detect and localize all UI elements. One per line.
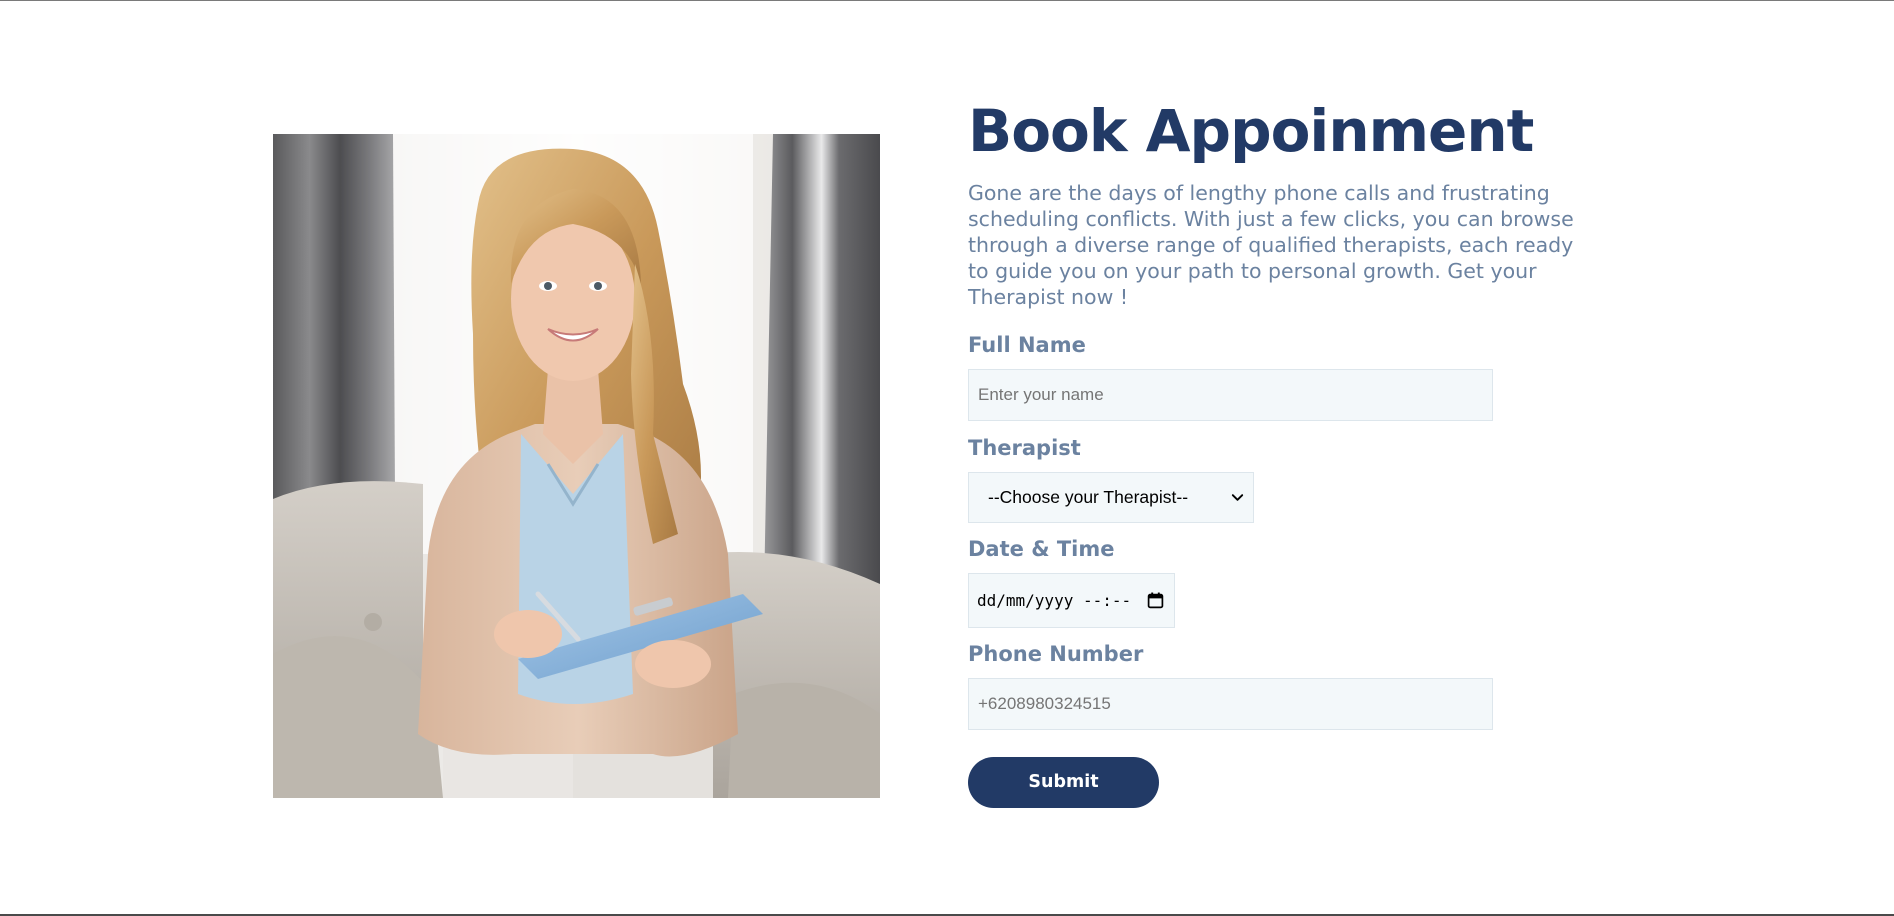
- phone-input[interactable]: [968, 678, 1493, 730]
- full-name-input[interactable]: [968, 369, 1493, 421]
- datetime-value: dd/mm/yyyy --:--: [977, 591, 1132, 610]
- intro-text: Gone are the days of lengthy phone calls…: [968, 181, 1574, 309]
- therapist-select[interactable]: --Choose your Therapist--: [968, 472, 1254, 523]
- phone-label: Phone Number: [968, 642, 1144, 666]
- therapist-select-value: --Choose your Therapist--: [988, 487, 1189, 507]
- submit-button[interactable]: Submit: [968, 757, 1159, 808]
- appointment-form: Book Appoinment Gone are the days of len…: [968, 96, 1618, 808]
- datetime-label: Date & Time: [968, 537, 1115, 561]
- datetime-input[interactable]: dd/mm/yyyy --:--: [968, 573, 1175, 628]
- top-divider: [0, 0, 1894, 1]
- page-title: Book Appoinment: [968, 97, 1534, 165]
- calendar-icon[interactable]: [1147, 592, 1164, 609]
- therapist-photo: [273, 134, 880, 798]
- full-name-label: Full Name: [968, 333, 1086, 357]
- therapist-label: Therapist: [968, 436, 1081, 460]
- chevron-down-icon: [1231, 494, 1244, 501]
